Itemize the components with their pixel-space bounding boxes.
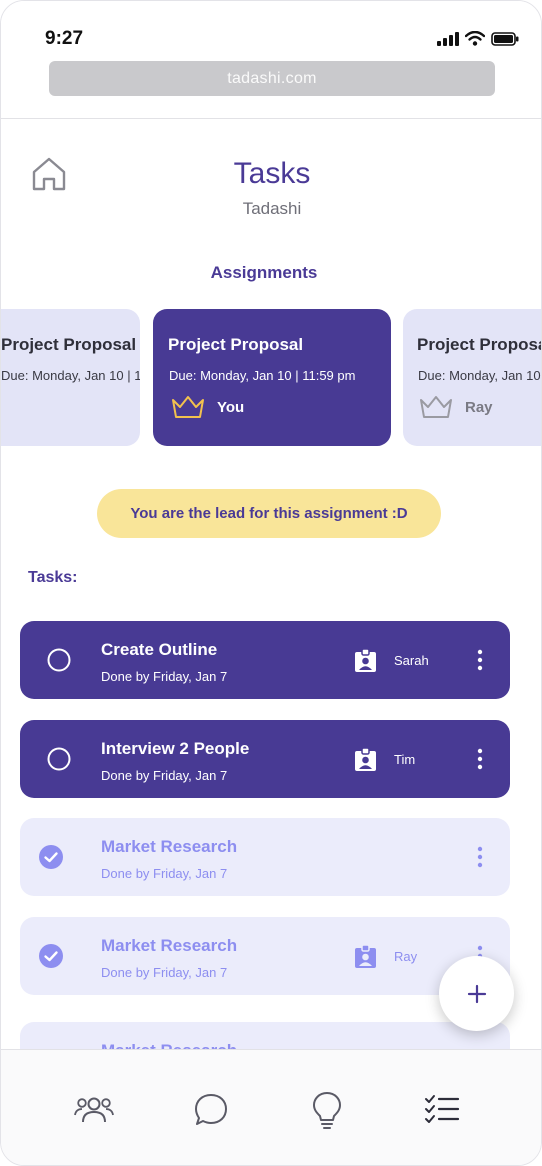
nav-team[interactable] <box>74 1090 114 1130</box>
unchecked-circle-icon[interactable] <box>47 747 71 771</box>
task-row[interactable]: Market Research Done by Friday, Jan 7 <box>20 818 510 896</box>
assignment-card[interactable]: Project Proposal Due: Monday, Jan 10 | 1… <box>1 309 140 446</box>
lightbulb-icon <box>313 1092 341 1129</box>
nav-chat[interactable] <box>191 1090 231 1130</box>
assignment-lead: You <box>171 395 244 419</box>
clock: 9:27 <box>45 28 84 49</box>
wifi-icon <box>465 31 485 46</box>
lead-name: You <box>217 398 245 416</box>
assignment-card[interactable]: Project Proposal Due: Monday, Jan 10 | 1… <box>403 309 542 446</box>
phone-frame: 9:27 tadashi.com Tasks Tadashi Assignmen… <box>0 0 542 1166</box>
people-icon <box>74 1097 114 1123</box>
crown-icon <box>420 396 452 418</box>
crown-icon <box>172 396 204 418</box>
task-due: Done by Friday, Jan 7 <box>101 965 228 980</box>
unchecked-circle-icon[interactable] <box>47 648 71 672</box>
assignment-name: Project Proposal <box>417 335 542 354</box>
task-row[interactable]: Market Research Done by Friday, Jan 7 Ra… <box>20 917 510 995</box>
task-assignee: Tim <box>394 752 416 767</box>
more-vertical-icon[interactable] <box>475 846 485 868</box>
assignee-badge-icon <box>355 748 376 771</box>
nav-tasks[interactable] <box>422 1090 462 1130</box>
assignment-due: Due: Monday, Jan 10 | 11:59 pm <box>418 368 541 383</box>
assignment-due: Due: Monday, Jan 10 | 11:59 pm <box>169 368 356 383</box>
page-title: Tasks <box>233 157 311 190</box>
assignments-heading: Assignments <box>210 263 318 282</box>
task-name: Market Research <box>101 936 238 955</box>
url-bar[interactable]: tadashi.com <box>49 61 495 96</box>
checked-circle-icon[interactable] <box>39 944 63 968</box>
lead-banner: You are the lead for this assignment :D <box>97 489 441 538</box>
tasks-heading: Tasks: <box>28 569 78 586</box>
assignee-badge-icon <box>355 945 376 968</box>
system-icons <box>437 31 519 46</box>
status-bar: 9:27 tadashi.com <box>1 1 541 119</box>
signal-icon <box>437 31 459 46</box>
task-assignee: Sarah <box>394 653 429 668</box>
more-vertical-icon[interactable] <box>475 748 485 770</box>
task-row[interactable]: Create Outline Done by Friday, Jan 7 Sar… <box>20 621 510 699</box>
checklist-icon <box>425 1095 460 1123</box>
assignment-card-selected[interactable]: Project Proposal Due: Monday, Jan 10 | 1… <box>153 309 391 446</box>
task-name: Market Research <box>101 837 238 856</box>
nav-ideas[interactable] <box>307 1090 347 1130</box>
page-subtitle: Tadashi <box>242 199 302 218</box>
task-due: Done by Friday, Jan 7 <box>101 768 228 783</box>
task-name: Create Outline <box>101 640 218 659</box>
plus-icon <box>467 984 486 1003</box>
add-task-button[interactable] <box>439 956 514 1031</box>
task-row[interactable]: Interview 2 People Done by Friday, Jan 7… <box>20 720 510 798</box>
assignment-name: Project Proposal <box>168 335 304 354</box>
assignment-due: Due: Monday, Jan 10 | 11:59 pm <box>1 368 140 383</box>
assignment-name: Project Proposal <box>1 335 137 354</box>
assignee-badge-icon <box>355 649 376 672</box>
task-due: Done by Friday, Jan 7 <box>101 866 228 881</box>
battery-icon <box>491 31 519 46</box>
task-name: Interview 2 People <box>101 739 250 758</box>
more-vertical-icon[interactable] <box>475 649 485 671</box>
assignment-lead: Ray <box>419 395 493 419</box>
task-due: Done by Friday, Jan 7 <box>101 669 228 684</box>
bottom-nav <box>1 1049 541 1165</box>
lead-name: Ray <box>465 398 493 416</box>
task-assignee: Ray <box>394 949 418 964</box>
checked-circle-icon[interactable] <box>39 845 63 869</box>
chat-bubble-icon <box>195 1094 227 1125</box>
